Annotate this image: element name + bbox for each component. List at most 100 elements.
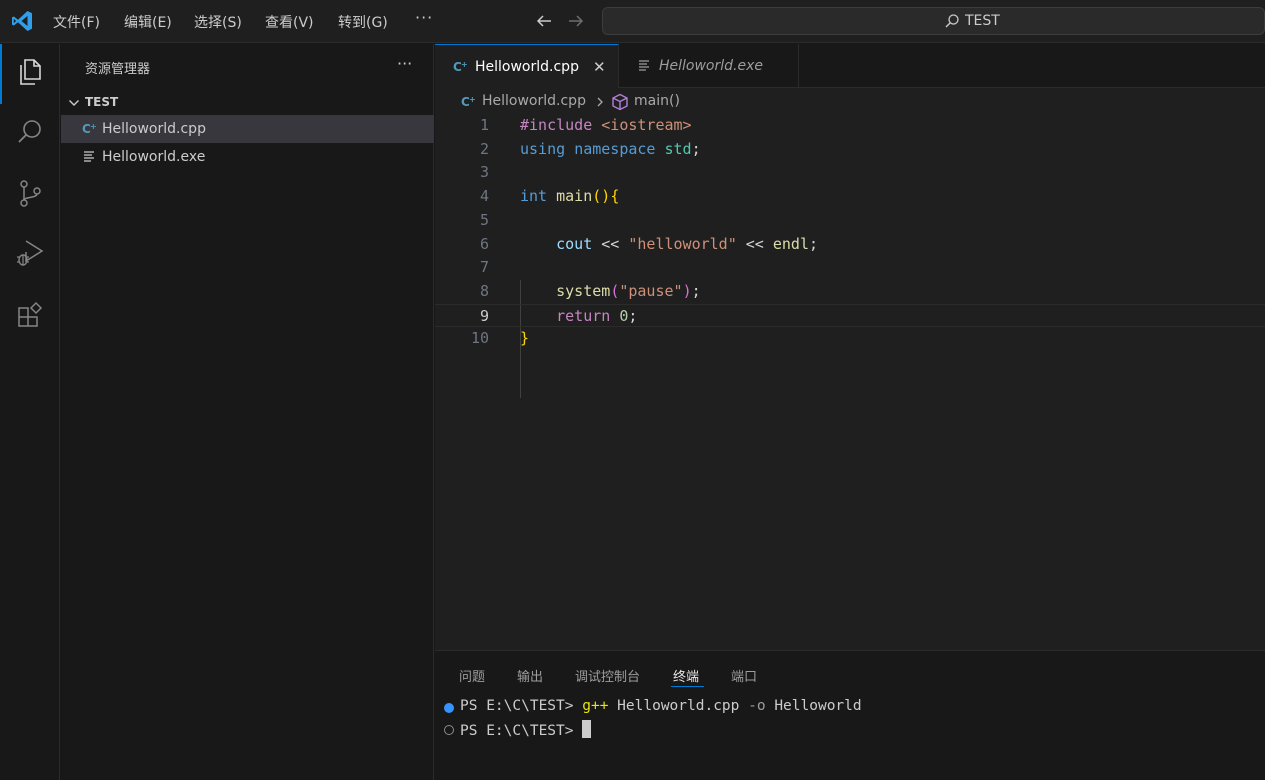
line-number: 6	[479, 234, 489, 253]
token: "pause"	[619, 281, 683, 300]
svg-text:+: +	[90, 122, 97, 131]
token: <<	[745, 234, 764, 253]
chevron-down-icon	[69, 100, 79, 106]
code-line-4: 4 int main(){	[435, 185, 1265, 209]
tab-debug-console[interactable]: 调试控制台	[575, 666, 640, 685]
code-line-6: 6 cout << "helloworld" << endl;	[435, 233, 1265, 257]
tab-label: Helloworld.exe	[659, 58, 763, 74]
search-icon	[945, 14, 959, 28]
tab-ports[interactable]: 端口	[731, 666, 757, 685]
active-view-indicator	[0, 44, 2, 104]
token: std	[664, 139, 692, 158]
terminal-flag: -o	[748, 698, 766, 714]
svg-text:+: +	[469, 95, 476, 104]
menu-view[interactable]: 查看(V)	[265, 12, 314, 32]
menu-file[interactable]: 文件(F)	[53, 12, 100, 32]
back-arrow-icon[interactable]	[535, 13, 553, 29]
token: ;	[691, 139, 701, 158]
line-number: 5	[479, 210, 489, 229]
token: ;	[809, 234, 819, 253]
tab-problems[interactable]: 问题	[459, 666, 485, 685]
code-line-8: 8 system("pause");	[435, 280, 1265, 304]
cpp-file-icon: C +	[453, 60, 468, 74]
run-debug-icon[interactable]	[15, 238, 45, 268]
breadcrumb-symbol[interactable]: main()	[634, 93, 680, 109]
tab-output[interactable]: 输出	[517, 666, 543, 685]
menu-more-button[interactable]: ···	[415, 8, 433, 27]
editor-tab-bar: C + Helloworld.cpp ✕ Helloworld.exe	[435, 44, 1265, 88]
sidebar-more-button[interactable]: ···	[397, 54, 412, 73]
title-bar: 文件(F) 编辑(E) 选择(S) 查看(V) 转到(G) ··· TEST	[0, 0, 1265, 43]
code-line-9: 9 return 0;	[435, 303, 1265, 328]
search-text: TEST	[965, 13, 1000, 29]
token: "helloworld"	[628, 234, 737, 253]
tab-terminal[interactable]: 终端	[673, 666, 699, 685]
token: (	[610, 281, 620, 300]
tab-label: Helloworld.cpp	[475, 59, 579, 75]
token: ()	[592, 187, 611, 206]
folder-header[interactable]: TEST	[61, 92, 434, 114]
cpp-file-icon: C +	[82, 122, 97, 136]
file-item-exe[interactable]: Helloworld.exe	[61, 143, 434, 171]
chevron-right-icon	[597, 97, 603, 107]
file-item-cpp[interactable]: C + Helloworld.cpp	[61, 115, 434, 143]
method-cube-icon	[612, 93, 628, 111]
svg-text:+: +	[461, 60, 468, 69]
line-number: 1	[479, 116, 489, 134]
sidebar-title: 资源管理器	[85, 62, 151, 77]
line-number: 10	[470, 329, 489, 348]
token: )	[682, 281, 692, 300]
source-control-icon[interactable]	[15, 178, 45, 208]
line-number: 8	[479, 281, 489, 300]
token: <iostream>	[601, 116, 692, 134]
close-tab-button[interactable]: ✕	[593, 58, 606, 76]
tab-helloworld-exe[interactable]: Helloworld.exe	[619, 44, 799, 88]
terminal-arg: Helloworld	[774, 698, 862, 714]
tab-helloworld-cpp[interactable]: C + Helloworld.cpp ✕	[435, 44, 619, 88]
menu-edit[interactable]: 编辑(E)	[124, 12, 172, 32]
line-number: 4	[479, 187, 489, 206]
token: ;	[691, 281, 701, 300]
token: main	[556, 187, 593, 206]
activity-bar	[0, 44, 60, 780]
line-number: 2	[479, 139, 489, 158]
command-success-dot	[444, 703, 454, 713]
breadcrumb-file[interactable]: Helloworld.cpp	[482, 93, 586, 109]
extensions-icon[interactable]	[15, 299, 45, 329]
command-center-search[interactable]: TEST	[602, 7, 1265, 35]
token: namespace	[574, 139, 656, 158]
command-pending-dot	[444, 725, 454, 735]
token: int	[520, 187, 548, 206]
token: }	[520, 329, 530, 348]
vscode-logo-icon	[12, 11, 32, 31]
active-tab-underline	[671, 686, 704, 687]
terminal-prompt: PS E:\C\TEST>	[460, 723, 574, 739]
forward-arrow-icon[interactable]	[567, 13, 585, 29]
search-view-icon[interactable]	[15, 117, 45, 147]
terminal-cursor	[582, 720, 592, 738]
menu-go[interactable]: 转到(G)	[338, 12, 388, 32]
code-line-5: 5	[435, 209, 1265, 233]
terminal-line-2[interactable]: PS E:\C\TEST>	[435, 719, 1265, 741]
code-line-2: 2 using namespace std;	[435, 138, 1265, 162]
text-file-icon	[84, 151, 94, 162]
editor-area: C + Helloworld.cpp ✕ Helloworld.exe C + …	[435, 44, 1265, 650]
terminal-arg: Helloworld.cpp	[617, 698, 740, 714]
terminal-line-1: PS E:\C\TEST> g++ Helloworld.cpp -o Hell…	[435, 697, 1265, 719]
line-number: 9	[479, 306, 489, 325]
token: #include	[520, 116, 593, 134]
explorer-icon[interactable]	[15, 57, 45, 87]
menu-selection[interactable]: 选择(S)	[194, 12, 242, 32]
breadcrumb: C + Helloworld.cpp main()	[435, 88, 1265, 114]
cpp-file-icon: C +	[461, 95, 476, 109]
folder-name: TEST	[85, 95, 119, 109]
token: {	[610, 187, 620, 206]
code-line-1: 1 #include <iostream>	[435, 114, 1265, 138]
terminal-prompt: PS E:\C\TEST>	[460, 698, 574, 714]
line-number: 3	[479, 163, 489, 182]
explorer-sidebar: 资源管理器 ··· TEST C + Helloworld.cpp Hellow…	[61, 44, 434, 780]
file-name: Helloworld.exe	[102, 149, 206, 165]
file-name: Helloworld.cpp	[102, 121, 206, 137]
code-line-10: 10 }	[435, 327, 1265, 351]
code-line-3: 3	[435, 161, 1265, 185]
